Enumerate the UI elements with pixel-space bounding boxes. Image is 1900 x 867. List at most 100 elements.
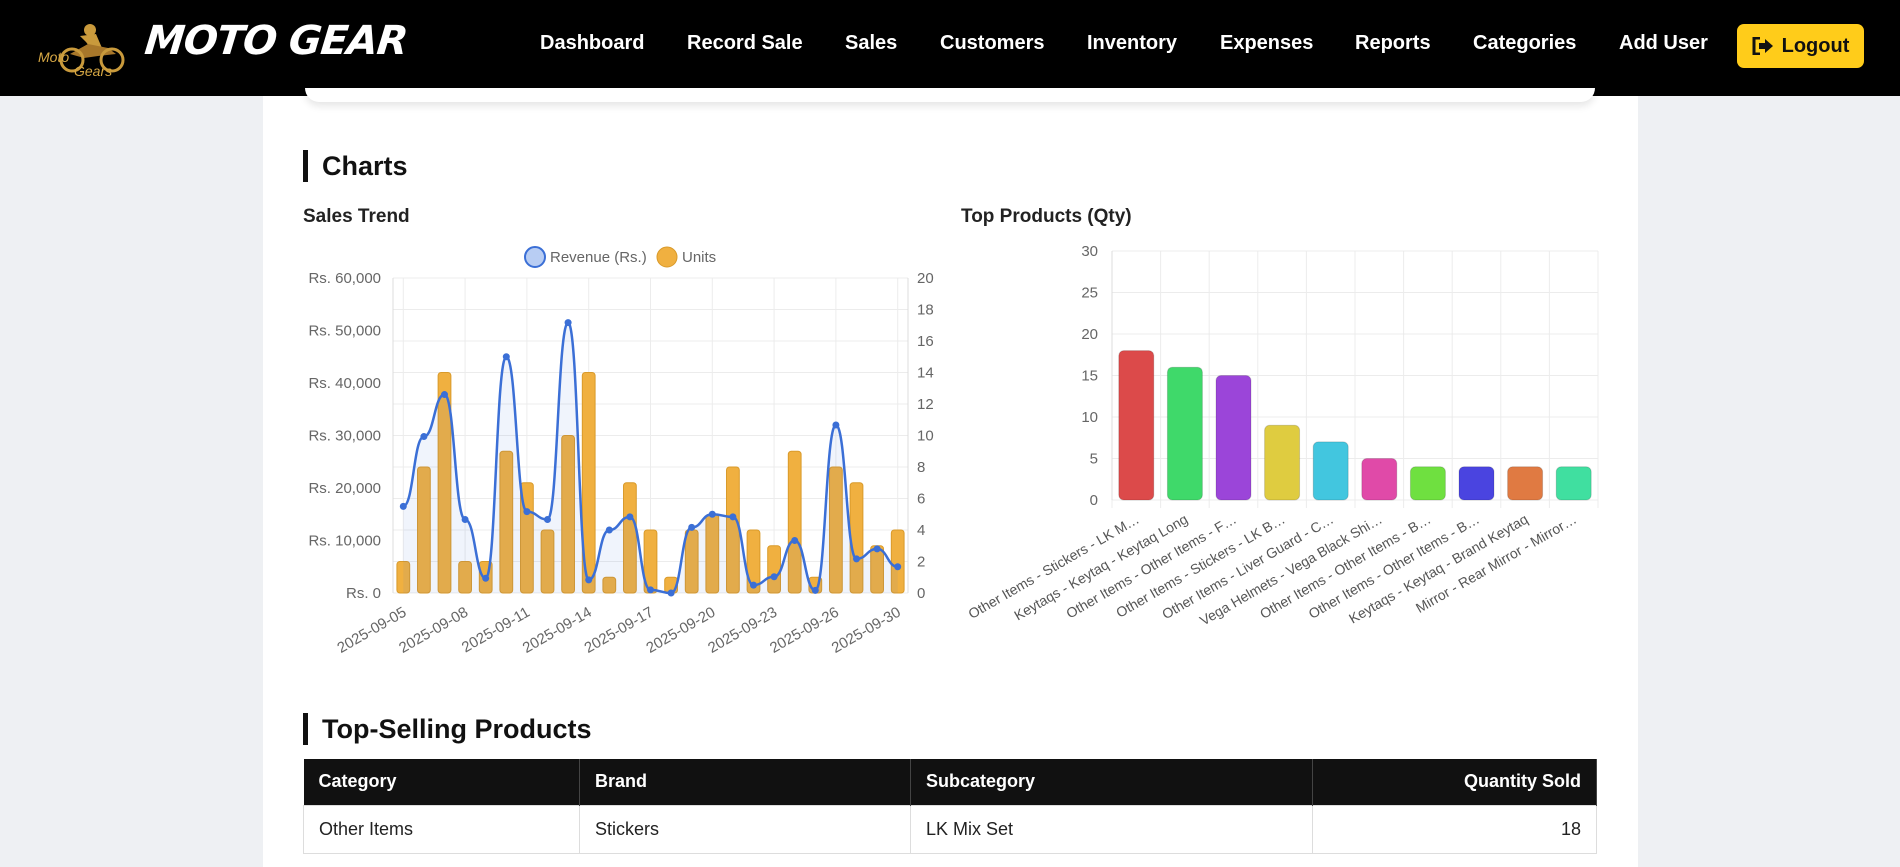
y-right-tick-label: 2 — [917, 554, 925, 571]
sales-trend-chart[interactable]: Rs. 0 Rs. 10,000 Rs. 20,000 Rs. 30,000 Rs. 4… — [295, 235, 975, 665]
top-selling-title: Top-Selling Products — [303, 713, 592, 745]
product-bar — [1118, 350, 1155, 501]
top-selling-table: Category Brand Subcategory Quantity Sold… — [303, 759, 1597, 854]
y-right-tick-label: 16 — [917, 333, 934, 350]
x-tick-label: 2025-09-11 — [459, 604, 533, 657]
logout-label: Logout — [1781, 34, 1850, 57]
y-right-tick-label: 4 — [917, 522, 925, 539]
y-right-tick-label: 6 — [917, 491, 925, 508]
y-tick-label: 10 — [1081, 409, 1098, 426]
nav-dashboard[interactable]: Dashboard — [540, 32, 644, 55]
product-bar — [1409, 466, 1446, 501]
revenue-point — [605, 526, 613, 534]
y-right-tick-label: 10 — [917, 428, 934, 445]
legend-units-label: Units — [682, 249, 716, 266]
y-tick-label: 25 — [1081, 285, 1098, 302]
nav-inventory[interactable]: Inventory — [1087, 32, 1177, 55]
revenue-point — [811, 586, 819, 594]
y-right-tick-label: 8 — [917, 459, 925, 476]
revenue-point — [832, 421, 840, 429]
x-tick-label: 2025-09-14 — [520, 604, 595, 657]
y-tick-label: 20 — [1081, 326, 1098, 343]
product-bar — [1361, 458, 1398, 501]
y-tick-label: 15 — [1081, 368, 1098, 385]
legend-revenue-swatch — [524, 246, 546, 268]
x-tick-label: 2025-09-08 — [396, 604, 471, 657]
revenue-point — [750, 581, 757, 589]
product-bar — [1458, 466, 1495, 501]
revenue-point — [791, 537, 799, 544]
revenue-point — [708, 510, 716, 518]
nav-customers[interactable]: Customers — [940, 32, 1044, 55]
y-right-tick-label: 20 — [917, 270, 934, 287]
nav-sales[interactable]: Sales — [845, 32, 897, 55]
revenue-point — [502, 353, 510, 361]
legend-units-swatch — [656, 246, 678, 268]
x-tick-label: 2025-09-20 — [643, 604, 718, 657]
nav-expenses[interactable]: Expenses — [1220, 32, 1313, 55]
revenue-point — [873, 545, 881, 553]
table-header-row: Category Brand Subcategory Quantity Sold — [303, 759, 1597, 805]
cell-category: Other Items — [303, 804, 580, 854]
x-tick-label: 2025-09-23 — [705, 604, 780, 657]
x-tick-label: 2025-09-30 — [829, 604, 904, 657]
cell-quantity: 18 — [1312, 804, 1597, 854]
y-right-tick-label: 14 — [917, 365, 934, 382]
col-category[interactable]: Category — [303, 759, 580, 805]
revenue-point — [461, 516, 469, 523]
nav-add-user[interactable]: Add User — [1619, 32, 1708, 55]
revenue-point — [585, 576, 593, 584]
revenue-point — [482, 574, 490, 582]
x-tick-label: 2025-09-05 — [334, 604, 409, 657]
col-subcategory[interactable]: Subcategory — [910, 759, 1313, 805]
y-tick-label: 0 — [1090, 492, 1098, 509]
revenue-point — [770, 573, 778, 581]
top-navbar: Moto Gears MOTO GEAR Dashboard Record Sa… — [0, 0, 1900, 96]
brand-logo[interactable]: Moto Gears — [36, 14, 130, 80]
revenue-point — [544, 516, 551, 523]
col-brand[interactable]: Brand — [579, 759, 911, 805]
revenue-point — [853, 555, 860, 563]
y-right-tick-label: 12 — [917, 396, 934, 413]
x-tick-label: 2025-09-26 — [767, 604, 842, 657]
revenue-point — [399, 502, 407, 510]
y-left-tick-label: Rs. 30,000 — [308, 428, 381, 445]
product-bar — [1215, 375, 1252, 501]
product-bar — [1312, 441, 1349, 501]
charts-section-title: Charts — [303, 150, 408, 182]
table-row: Other Items Stickers LK Mix Set 18 — [303, 804, 1597, 854]
y-left-tick-label: Rs. 20,000 — [308, 480, 381, 497]
logout-button[interactable]: Logout — [1737, 24, 1864, 68]
product-bar — [1507, 466, 1544, 501]
y-left-tick-label: Rs. 10,000 — [308, 533, 381, 550]
y-right-tick-label: 0 — [917, 585, 925, 602]
product-bar — [1555, 466, 1592, 501]
logo-text-moto: Moto — [38, 49, 69, 65]
top-products-chart[interactable]: 051015202530Other Items - Stickers - LK … — [940, 235, 1620, 665]
y-left-tick-label: Rs. 60,000 — [308, 270, 381, 287]
y-left-tick-label: Rs. 0 — [346, 585, 381, 602]
revenue-point — [441, 391, 448, 399]
cell-brand: Stickers — [579, 804, 911, 854]
y-left-tick-label: Rs. 40,000 — [308, 375, 381, 392]
revenue-point — [647, 586, 654, 594]
previous-panel-edge — [305, 88, 1595, 102]
revenue-point — [420, 433, 428, 441]
brand-name[interactable]: MOTO GEAR — [143, 18, 410, 64]
y-left-tick-label: Rs. 50,000 — [308, 323, 381, 340]
top-products-title: Top Products (Qty) — [961, 206, 1132, 227]
revenue-point — [667, 589, 675, 597]
nav-reports[interactable]: Reports — [1355, 32, 1431, 55]
y-tick-label: 5 — [1090, 451, 1098, 468]
col-quantity-sold[interactable]: Quantity Sold — [1312, 759, 1597, 805]
nav-record-sale[interactable]: Record Sale — [687, 32, 803, 55]
motorcycle-rider-icon: Moto Gears — [38, 24, 125, 79]
nav-categories[interactable]: Categories — [1473, 32, 1576, 55]
revenue-point — [523, 508, 531, 516]
revenue-point — [729, 513, 737, 521]
revenue-point — [894, 563, 902, 571]
legend-revenue-label: Revenue (Rs.) — [550, 249, 647, 266]
y-right-tick-label: 18 — [917, 302, 934, 319]
y-tick-label: 30 — [1081, 243, 1098, 260]
x-tick-label: 2025-09-17 — [582, 604, 657, 657]
